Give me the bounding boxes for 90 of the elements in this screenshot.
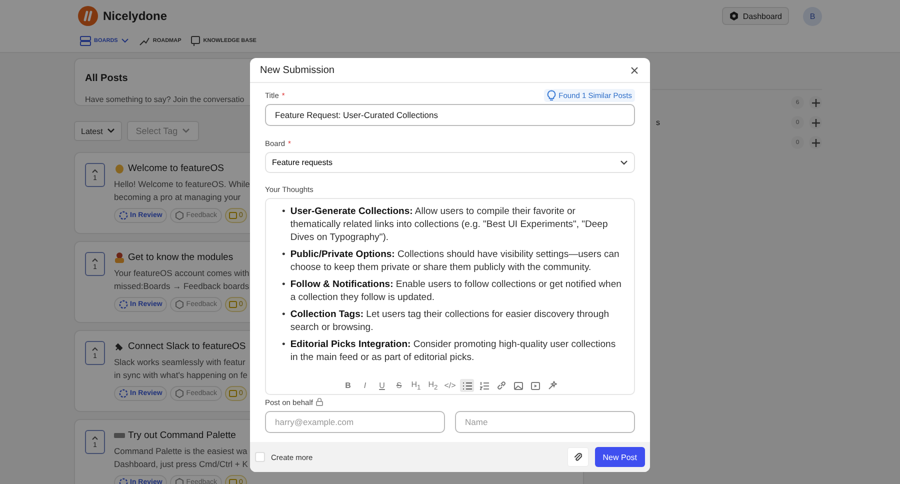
bullet-item: Follow & Notifications: Enable users to follow collections or get notified when a collection they follow is updated. (290, 278, 622, 304)
dashed-circle-icon (119, 211, 128, 220)
caret-icon (182, 128, 190, 134)
post-excerpt-line: Dashboard, just press Cmd/Ctrl + K (114, 458, 248, 468)
comment-icon (229, 390, 238, 397)
email-input[interactable]: harry@example.com (265, 411, 445, 433)
image-icon (514, 382, 522, 390)
post-title[interactable]: Get to know the modules (128, 252, 234, 263)
dashboard-button[interactable]: Dashboard (722, 7, 789, 25)
brand-name[interactable]: Nicelydone (103, 9, 168, 23)
chevron-up-icon (92, 346, 98, 350)
hexagon-icon (175, 300, 184, 309)
page-title: All Posts (85, 73, 128, 84)
toolbar-button[interactable] (477, 379, 491, 392)
lightbulb-icon (546, 90, 556, 100)
add-button[interactable] (809, 136, 822, 149)
checkbox[interactable] (255, 452, 265, 462)
lock-icon (316, 398, 323, 406)
bullet-list-icon (462, 382, 472, 390)
bullet-marker: • (282, 338, 286, 352)
add-button[interactable] (809, 116, 822, 129)
format-button[interactable]: B (341, 379, 355, 392)
filter-dropdown[interactable]: Latest (74, 121, 122, 141)
person-icon (114, 252, 125, 263)
format-button[interactable]: I (358, 379, 372, 392)
bullet-item: User-Generate Collections: Allow users to compile their favorite or thematically related links into collections (e.g. "Best UI Experiments", "Deep Dives on Typography"). (290, 205, 609, 245)
post-excerpt-line: Command Palette is the easiest wa (114, 446, 248, 456)
new-post-button[interactable]: New Post (594, 447, 645, 467)
post-excerpt-line: Hello! Welcome to featureOS. While (114, 179, 250, 189)
format-button[interactable]: U (375, 379, 389, 392)
attach-button[interactable] (566, 447, 589, 467)
board-select[interactable]: Feature requests (265, 152, 635, 173)
comment-icon (229, 301, 238, 308)
post-title[interactable]: Welcome to featureOS (128, 163, 224, 174)
plus-icon (812, 118, 820, 126)
title-input[interactable]: Feature Request: User-Curated Collections (265, 104, 635, 126)
caret-icon (120, 38, 129, 44)
toolbar-button[interactable] (460, 379, 474, 392)
paperclip-icon (574, 452, 582, 462)
chevron-up-icon (92, 258, 98, 262)
numbered-list-icon (480, 382, 488, 390)
post-excerpt-line: becoming a pro at managing your (114, 192, 241, 202)
video-icon (530, 382, 540, 390)
bullet-marker: • (282, 308, 286, 322)
plus-icon (812, 138, 820, 146)
close-icon (631, 66, 638, 74)
sparkle-icon (548, 381, 556, 390)
gear-icon (728, 11, 739, 21)
comment-icon (229, 212, 238, 219)
toolbar-button[interactable] (528, 379, 542, 392)
brand-logo-icon (78, 6, 98, 26)
route-icon (138, 36, 150, 46)
text-editor[interactable] (265, 198, 635, 395)
bullet-marker: • (282, 205, 286, 218)
bullet-marker: • (282, 248, 286, 262)
post-title[interactable]: Connect Slack to featureOS (128, 341, 246, 352)
bullet-item: Collection Tags: Let users tag their collections for easier discovery through search or browsing. (290, 308, 610, 334)
format-button[interactable]: H$_{2}$ (426, 379, 440, 392)
post-excerpt-line: Your featureOS account comes with (114, 268, 250, 278)
dashed-circle-icon (119, 300, 128, 309)
chevron-up-icon (92, 168, 98, 172)
name-input[interactable]: Name (455, 411, 635, 433)
toolbar-button[interactable] (511, 379, 525, 392)
caret-icon (106, 128, 115, 134)
comment-icon (229, 479, 238, 484)
format-button[interactable]: S (392, 379, 406, 392)
page-subtitle: Have something to say? Join the conversatio (85, 95, 244, 104)
close-button[interactable] (629, 64, 640, 76)
plus-icon (812, 98, 820, 106)
stack-icon (80, 36, 91, 46)
chevron-up-icon (92, 436, 98, 440)
caret-icon (620, 160, 628, 166)
dialog-title: New Submission (260, 64, 334, 76)
link-icon (496, 381, 506, 390)
add-button[interactable] (809, 96, 822, 109)
post-excerpt-line: missed:Boards → Feedback boards (114, 280, 250, 290)
bullet-item: Public/Private Options: Collections should have visibility settings—users can choose to keep them private or share them publicly with the community. (290, 248, 620, 275)
post-excerpt-line: in sync with what's happening on fe (114, 370, 248, 380)
format-button[interactable]: </> (443, 379, 457, 392)
bullet-marker: • (282, 278, 286, 292)
hexagon-icon (175, 389, 184, 398)
board-name[interactable]: s (656, 118, 660, 127)
post-excerpt-line: Slack works seamlessly with featur (114, 357, 246, 367)
bullet-item: Editorial Picks Integration: Consider promoting high-quality user collections in the main feed or as part of editorial picks. (290, 338, 617, 364)
format-button[interactable]: H$_{1}$ (409, 379, 423, 392)
hexagon-icon (175, 211, 184, 220)
user-avatar[interactable]: B (803, 6, 822, 26)
dashed-circle-icon (119, 389, 128, 398)
hexagon-icon (175, 478, 184, 484)
post-title[interactable]: Try out Command Palette (128, 430, 236, 441)
